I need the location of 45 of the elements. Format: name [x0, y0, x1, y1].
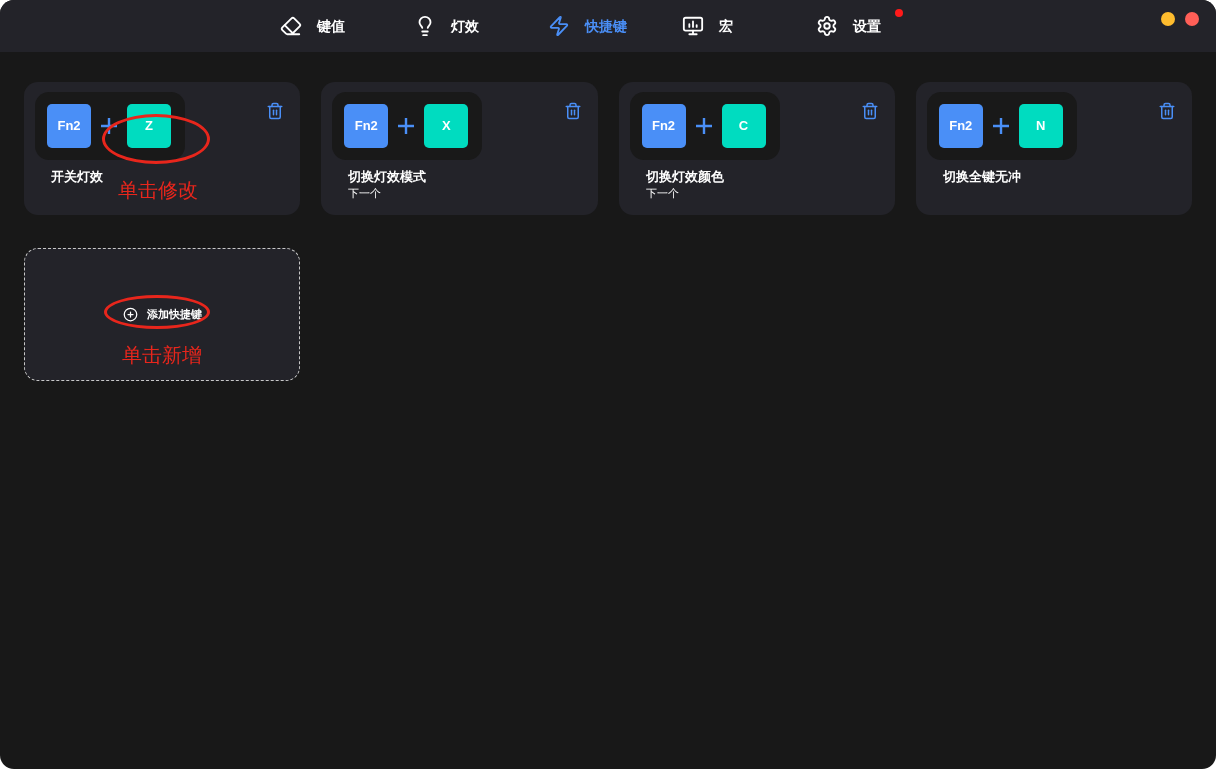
shortcut-title: 切换灯效颜色 [645, 168, 724, 186]
plus-icon [694, 117, 713, 135]
trash-icon [563, 102, 582, 120]
delete-button[interactable] [266, 102, 285, 120]
key-cap: N [1018, 104, 1063, 148]
minimize-button[interactable] [1161, 12, 1175, 26]
close-button[interactable] [1185, 12, 1199, 26]
nav-tab[interactable]: 宏 [682, 15, 733, 37]
key-cap: Fn2 [47, 104, 91, 148]
nav-tab[interactable]: 设置 [816, 15, 881, 37]
key-cap: Fn2 [641, 104, 686, 148]
key-cap: X [424, 104, 469, 148]
add-shortcut-card[interactable]: 添加快捷键 单击新增 [24, 248, 301, 381]
trash-icon [860, 102, 879, 120]
shortcut-card[interactable]: Fn2 Z 开关灯效 单击修改 [24, 82, 301, 215]
trash-icon [266, 102, 285, 120]
shortcut-subtitle: 下一个 [348, 186, 382, 200]
shortcut-card[interactable]: Fn2 C 切换灯效颜色 下一个 [618, 82, 895, 215]
settings-icon [816, 15, 838, 37]
nav-tab[interactable]: 快捷键 [548, 15, 627, 37]
lightning-icon [548, 15, 570, 37]
monitor-chart-icon [682, 15, 704, 37]
delete-button[interactable] [563, 102, 582, 120]
key-cap: Z [127, 104, 171, 148]
add-icon [122, 306, 138, 322]
key-cap: Fn2 [344, 104, 389, 148]
annotation-text: 单击新增 [122, 342, 203, 367]
shortcut-card[interactable]: Fn2 X 切换灯效模式 下一个 [321, 82, 598, 215]
plus-icon [397, 117, 416, 135]
plus-icon [991, 117, 1010, 135]
shortcut-title: 切换灯效模式 [348, 168, 427, 186]
annotation-text: 单击修改 [118, 178, 198, 202]
shortcut-card[interactable]: Fn2 N 切换全键无冲 [915, 82, 1192, 215]
key-cap: C [721, 104, 766, 148]
delete-button[interactable] [1158, 102, 1176, 120]
shortcut-subtitle: 下一个 [645, 186, 679, 200]
delete-button[interactable] [860, 102, 879, 120]
nav-tab[interactable]: 键值 [280, 15, 345, 37]
key-cap: Fn2 [938, 104, 983, 148]
nav-tab[interactable]: 灯效 [414, 15, 479, 37]
shortcut-title: 切换全键无冲 [942, 168, 1021, 186]
plus-icon [100, 117, 118, 135]
trash-icon [1158, 102, 1176, 120]
shortcut-title: 开关灯效 [51, 168, 103, 186]
add-shortcut-label: 添加快捷键 [146, 307, 202, 322]
